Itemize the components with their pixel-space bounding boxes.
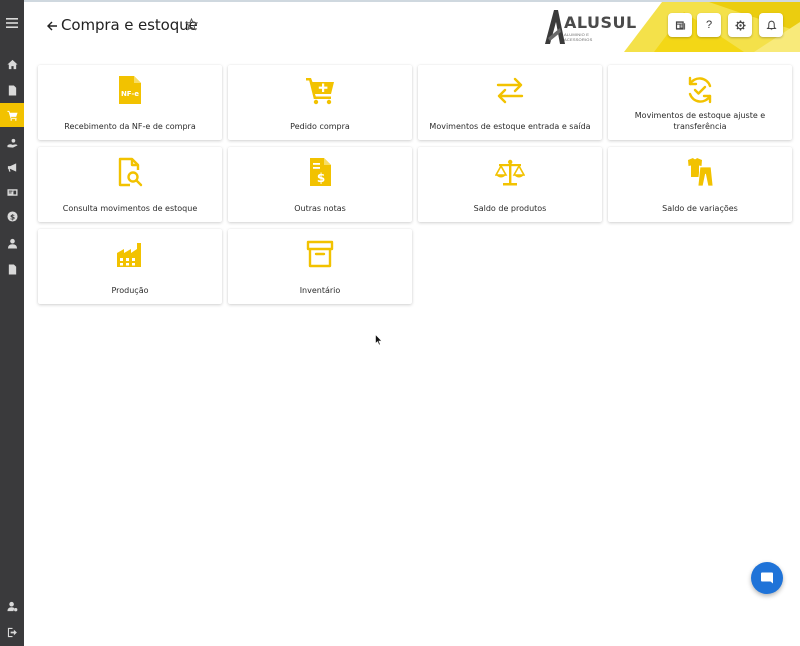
card-movimentos-ajuste-transferencia[interactable]: Movimentos de estoque ajuste e transferê… [608,65,792,140]
card-label: Recebimento da NF-e de compra [64,122,196,131]
alusul-logo: ALUSUL ALUMINIO E ACESSORIOS [544,8,636,46]
card-label: Saldo de produtos [473,204,547,213]
brand-name: ALUSUL [564,13,637,32]
logout-icon[interactable] [0,622,24,642]
card-label: Produção [111,286,149,295]
card-inventario[interactable]: Inventário [228,229,412,304]
nfe-icon: NF-e [115,75,145,105]
file-icon[interactable] [0,259,24,279]
refresh-check-icon [685,75,715,105]
card-movimentos-entrada-saida[interactable]: Movimentos de estoque entrada e saída [418,65,602,140]
swap-arrows-icon [495,75,525,105]
card-label: Pedido compra [290,122,350,131]
page-title: Compra e estoque [61,16,198,34]
gear-icon [734,19,746,31]
home-icon[interactable] [0,54,24,74]
card-label: Inventário [299,286,341,295]
brand-tagline: ALUMINIO E ACESSORIOS [564,32,593,42]
cart-plus-icon [305,75,335,105]
card-saldo-produtos[interactable]: Saldo de produtos [418,147,602,222]
svg-text:$: $ [317,171,325,185]
bell-icon [765,20,777,30]
svg-text:NF-e: NF-e [121,90,139,98]
users-icon[interactable] [0,233,24,253]
card-label: Outras notas [294,204,346,213]
mouse-cursor-icon [375,334,383,346]
archive-box-icon [305,239,335,269]
menu-icon[interactable] [0,13,24,33]
document-icon[interactable] [0,80,24,100]
help-button[interactable]: ? [697,13,721,37]
id-card-icon[interactable] [0,182,24,202]
notifications-button[interactable] [759,13,783,37]
news-button[interactable] [668,13,692,37]
user-settings-icon[interactable] [0,596,24,616]
chat-bubble-icon [761,572,773,584]
factory-icon [115,239,145,269]
question-icon: ? [705,19,713,31]
card-outras-notas[interactable]: $ Outras notas [228,147,412,222]
card-label: Saldo de variações [662,204,738,213]
card-saldo-variacoes[interactable]: Saldo de variações [608,147,792,222]
invoice-dollar-icon: $ [305,157,335,187]
card-consulta-movimentos[interactable]: Consulta movimentos de estoque [38,147,222,222]
newspaper-icon [675,20,685,30]
hand-coin-icon[interactable] [0,133,24,153]
clothes-icon [685,157,715,187]
header: Compra e estoque ALUSUL ALUMINIO E ACESS… [24,2,800,52]
chat-button[interactable] [751,562,783,594]
file-search-icon [115,157,145,187]
card-recebimento-nfe[interactable]: NF-e Recebimento da NF-e de compra [38,65,222,140]
scale-icon [495,157,525,187]
cart-icon[interactable] [0,103,24,127]
card-producao[interactable]: Produção [38,229,222,304]
dollar-icon[interactable]: $ [0,206,24,226]
sidebar: $ [0,0,24,646]
favorite-star-icon[interactable] [184,17,199,32]
card-label: Consulta movimentos de estoque [62,204,198,213]
card-label: Movimentos de estoque entrada e saída [429,122,591,131]
megaphone-icon[interactable] [0,157,24,177]
card-label: Movimentos de estoque ajuste e transferê… [634,111,766,131]
settings-button[interactable] [728,13,752,37]
svg-text:$: $ [9,212,14,221]
back-arrow-icon[interactable] [46,18,60,34]
card-pedido-compra[interactable]: Pedido compra [228,65,412,140]
